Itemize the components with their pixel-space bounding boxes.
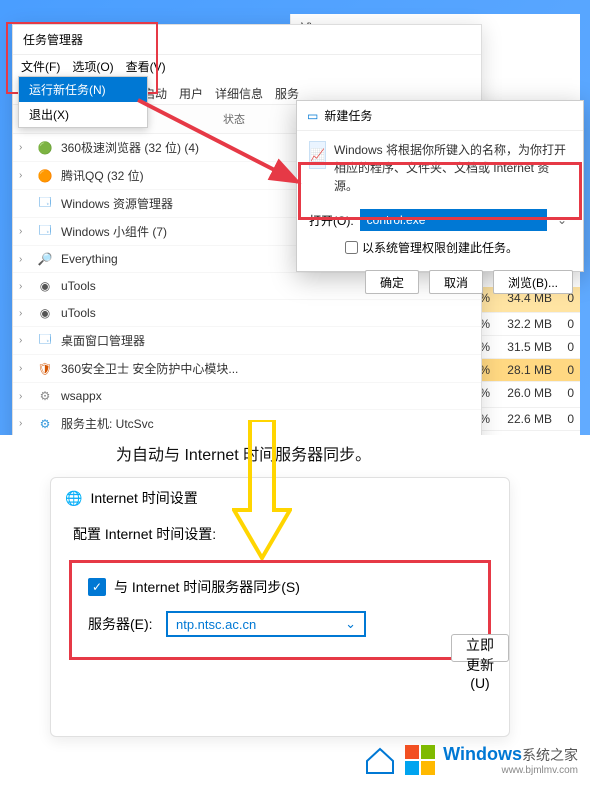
file-menu-dropdown: 运行新任务(N) 退出(X): [18, 76, 148, 128]
expand-chevron-icon[interactable]: ›: [19, 142, 29, 153]
server-value: ntp.ntsc.ac.cn: [176, 617, 256, 632]
process-row[interactable]: › 🛡 360安全卫士 安全防护中心模块...: [13, 355, 481, 383]
process-name: wsappx: [61, 389, 475, 403]
stats-disk: 0: [552, 363, 574, 377]
expand-chevron-icon[interactable]: ›: [19, 363, 29, 374]
cancel-button[interactable]: 取消: [429, 270, 483, 294]
process-icon: 🗔: [37, 333, 53, 349]
site-logo: Windows系统之家 www.bjmlmv.com: [363, 744, 578, 776]
process-icon: 🔎: [37, 251, 53, 267]
menu-options[interactable]: 选项(O): [72, 58, 113, 75]
col-status[interactable]: 状态: [223, 111, 245, 127]
process-name: 桌面窗口管理器: [61, 332, 475, 349]
update-now-button[interactable]: 立即更新(U): [451, 634, 509, 662]
stats-mem: 26.0 MB: [490, 386, 552, 403]
process-icon: ◉: [37, 278, 53, 294]
process-icon: 🟠: [37, 168, 53, 184]
globe-icon: 🌐: [65, 490, 82, 507]
stats-disk: 0: [552, 386, 574, 403]
process-icon: ⚙: [37, 416, 53, 432]
internet-time-window: 🌐 Internet 时间设置 配置 Internet 时间设置: ✓ 与 In…: [50, 477, 510, 737]
sync-checkbox-label: 与 Internet 时间服务器同步(S): [114, 577, 300, 597]
browse-button[interactable]: 浏览(B)...: [493, 270, 573, 294]
process-name: uTools: [61, 306, 475, 320]
internet-time-subtitle: 配置 Internet 时间设置:: [51, 518, 509, 554]
server-combobox[interactable]: ntp.ntsc.ac.cn ⌄: [166, 611, 366, 637]
stats-mem: 28.1 MB: [490, 363, 552, 377]
windows-logo-icon: [405, 745, 435, 775]
chevron-down-icon: ⌄: [345, 616, 356, 632]
menu-item-exit[interactable]: 退出(X): [19, 102, 147, 127]
run-description: Windows 将根据你所键入的名称，为你打开相应的程序、文件夹、文档或 Int…: [334, 141, 571, 195]
process-icon: ◉: [37, 305, 53, 321]
process-icon: 🗔: [37, 196, 53, 212]
admin-label: 以系统管理权限创建此任务。: [362, 239, 518, 256]
ok-button[interactable]: 确定: [365, 270, 419, 294]
admin-checkbox[interactable]: [345, 241, 358, 254]
open-label: 打开(O):: [309, 212, 354, 229]
stats-mem: 31.5 MB: [490, 340, 552, 354]
menu-item-run-new-task[interactable]: 运行新任务(N): [19, 77, 147, 102]
expand-chevron-icon[interactable]: ›: [19, 391, 29, 402]
house-icon: [363, 745, 397, 775]
expand-chevron-icon[interactable]: ›: [19, 308, 29, 319]
process-icon: 🛡: [37, 361, 53, 377]
lower-section: 为自动与 Internet 时间服务器同步。 🌐 Internet 时间设置 配…: [0, 435, 590, 788]
expand-chevron-icon[interactable]: ›: [19, 418, 29, 429]
process-icon: 🟢: [37, 140, 53, 156]
tab-details[interactable]: 详细信息: [215, 85, 263, 102]
expand-chevron-icon[interactable]: ›: [19, 170, 29, 181]
tab-users[interactable]: 用户: [179, 85, 203, 102]
process-icon: ⚙: [37, 388, 53, 404]
process-row[interactable]: › 🗔 桌面窗口管理器: [13, 327, 481, 355]
logo-sub: 系统之家: [522, 747, 578, 763]
menu-view[interactable]: 查看(V): [126, 58, 166, 75]
process-name: 服务主机: UtcSvc: [61, 415, 475, 432]
expand-chevron-icon[interactable]: ›: [19, 335, 29, 346]
dropdown-chevron-icon[interactable]: ⌄: [553, 213, 571, 227]
open-input[interactable]: [360, 209, 547, 231]
server-label: 服务器(E):: [88, 614, 158, 634]
sync-heading-fragment: 为自动与 Internet 时间服务器同步。: [116, 441, 371, 465]
process-name: 360安全卫士 安全防护中心模块...: [61, 360, 475, 377]
dialog-title-text: 新建任务: [324, 107, 372, 124]
stats-mem: 22.6 MB: [490, 412, 552, 426]
sync-checkbox[interactable]: ✓: [88, 578, 106, 596]
process-icon: 🗔: [37, 224, 53, 240]
process-row[interactable]: › ◉ uTools: [13, 300, 481, 327]
expand-chevron-icon[interactable]: ›: [19, 226, 29, 237]
internet-time-title: Internet 时间设置: [90, 488, 197, 508]
stats-disk: 0: [552, 317, 574, 331]
menu-file[interactable]: 文件(F): [21, 58, 60, 75]
expand-chevron-icon[interactable]: ›: [19, 281, 29, 292]
run-new-task-dialog: ▭ 新建任务 📈 Windows 将根据你所键入的名称，为你打开相应的程序、文件…: [296, 100, 584, 272]
stats-mem: 32.2 MB: [490, 317, 552, 331]
window-title: 任务管理器: [13, 25, 481, 55]
dialog-title: ▭ 新建任务: [297, 101, 583, 131]
run-icon: 📈: [309, 141, 326, 169]
logo-url: www.bjmlmv.com: [443, 765, 578, 776]
stats-disk: 0: [552, 412, 574, 426]
expand-chevron-icon[interactable]: ›: [19, 254, 29, 265]
stats-disk: 0: [552, 340, 574, 354]
annotation-red-box-settings: ✓ 与 Internet 时间服务器同步(S) 服务器(E): ntp.ntsc…: [69, 560, 491, 660]
logo-brand: Windows: [443, 744, 522, 764]
process-row[interactable]: › ⚙ 服务主机: UtcSvc: [13, 410, 481, 438]
window-icon: ▭: [307, 109, 318, 123]
process-row[interactable]: › ⚙ wsappx: [13, 383, 481, 410]
